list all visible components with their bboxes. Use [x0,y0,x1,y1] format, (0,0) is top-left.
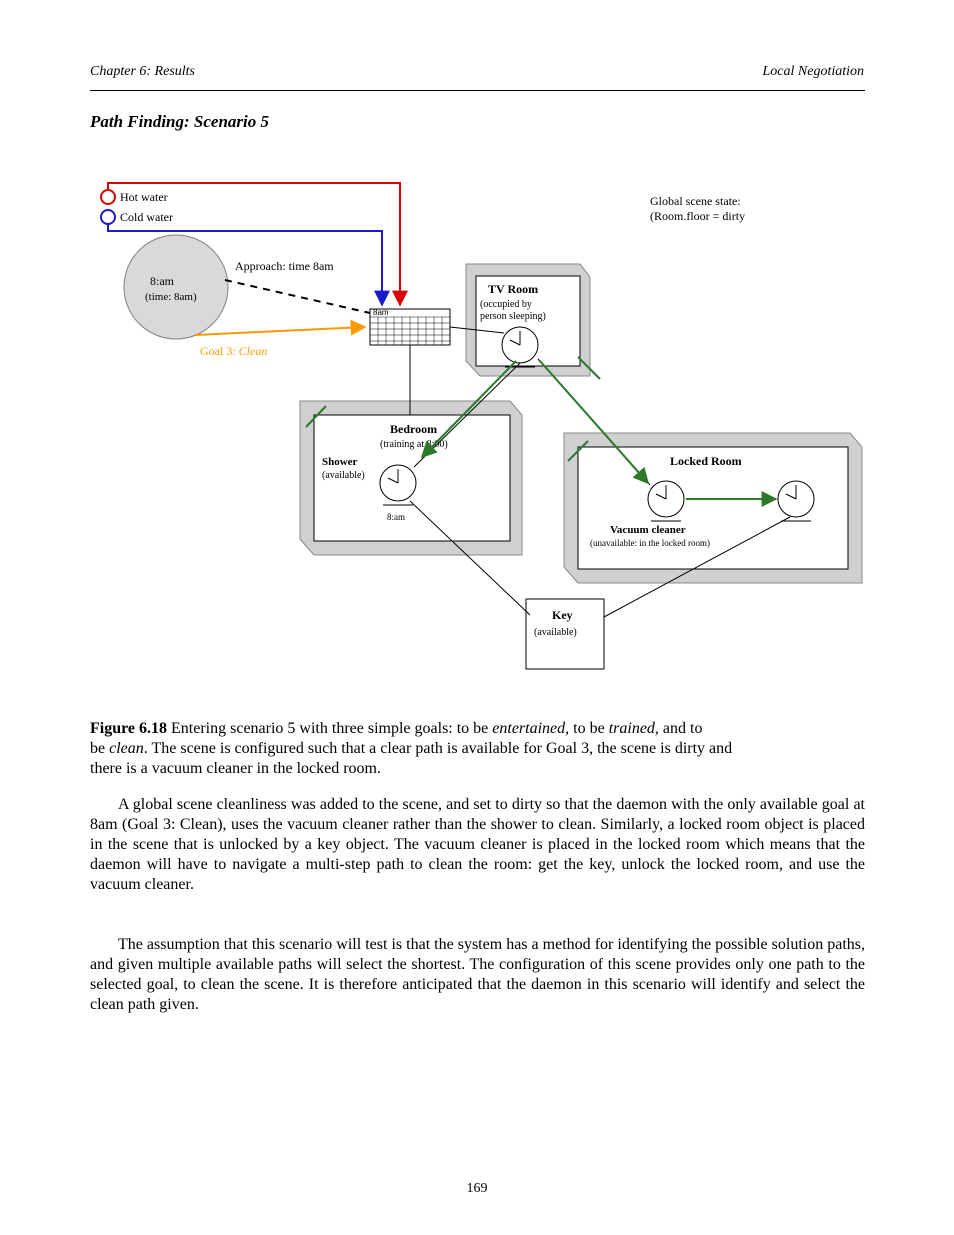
goal-orange-label-1: Goal 3: [200,344,239,358]
section-heading: Path Finding: Scenario 5 [90,112,269,132]
caption-text-3: there is a vacuum cleaner in the locked … [90,760,381,777]
calendar-start-time: 8am [373,308,389,317]
caption-text-1c: , to be [565,720,609,737]
body-para-1-text: A global scene cleanliness was added to … [90,796,865,893]
key-state: (available) [534,627,577,638]
caption-text-1i: entertained [492,720,565,737]
locked-room-label: Locked Room [670,454,742,468]
approach-line [225,280,370,313]
svg-text:Goal 3: Clean: Goal 3: Clean [200,344,267,358]
caption-text-1b: Entering scenario 5 with three simple go… [167,720,492,737]
cold-label: Cold water [120,210,173,224]
scenario-diagram: Hot water Cold water 8:am (time: 8am) [90,145,865,720]
body-para-2-text: The assumption that this scenario will t… [90,936,865,1013]
key-box: Key (available) [526,599,604,669]
figure-caption-line-1: Figure 6.18 Entering scenario 5 with thr… [90,720,865,738]
page-number: 169 [0,1181,954,1197]
caption-text-1d: , and to [655,720,703,737]
bedroom-clock-time: 8:am [387,512,405,522]
figure-caption-line-3: there is a vacuum cleaner in the locked … [90,760,865,778]
tv-occupied-2: person sleeping) [480,311,546,322]
header-right: Local Negotiation [763,64,865,80]
goal-orange-arrow [195,327,365,335]
key-title: Key [552,608,573,622]
calendar-icon: 8am [370,308,450,345]
vacuum-state: (unavailable: in the locked room) [590,538,710,548]
header-left: Chapter 6: Results [90,64,195,80]
caption-text-2i: clean [109,740,144,757]
vacuum-title: Vacuum cleaner [610,524,686,536]
hot-marker-icon [101,190,115,204]
shower-state: (available) [322,470,365,481]
caption-text-2a: be [90,740,109,757]
global-state-2: (Room.floor = dirty [650,209,745,223]
header-underline [90,90,865,91]
bedroom-box: Bedroom (training at 8:00) 8:am Shower (… [300,401,522,555]
caption-text-2b: . The scene is configured such that a cl… [144,740,732,757]
clock-behind: (time: 8am) [145,291,197,303]
tv-room-label: TV Room [488,282,538,296]
clock-time: 8:am [150,274,175,288]
locked-room-box: Locked Room Vacuum cleaner (unavailable:… [564,433,862,583]
cold-marker-icon [101,210,115,224]
caption-fig-num: Figure 6.18 [90,720,167,737]
goal-orange-label-2: Clean [239,344,268,358]
body-para-1: A global scene cleanliness was added to … [90,795,865,895]
body-para-2: The assumption that this scenario will t… [90,935,865,1015]
caption-text-1i2: trained [609,720,655,737]
approach-label: Approach: time 8am [235,259,334,273]
tv-occupied-1: (occupied by [480,299,532,310]
bedroom-label: Bedroom [390,422,437,436]
tv-room-box: TV Room (occupied by person sleeping) [466,264,600,379]
hot-label: Hot water [120,190,168,204]
figure-caption-line-2: be clean. The scene is configured such t… [90,740,865,758]
global-state-1: Global scene state: [650,194,741,208]
shower-title: Shower [322,456,358,468]
clock-icon [124,235,228,339]
